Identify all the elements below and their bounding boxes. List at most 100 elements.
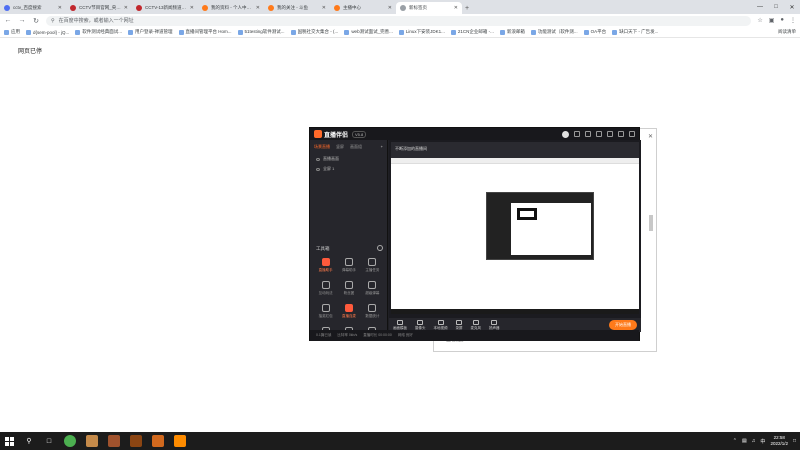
- app-icon[interactable]: [86, 435, 98, 447]
- status-item: 比特率 0kb/s: [337, 333, 358, 337]
- notification-icon[interactable]: □: [793, 438, 796, 444]
- live-app-icon[interactable]: [174, 435, 186, 447]
- bookmark-item[interactable]: d{sem-pool} - jQ...: [26, 29, 69, 35]
- tab-scene[interactable]: 场景直播: [314, 144, 330, 150]
- bookmark-icon: [26, 29, 31, 35]
- settings-icon[interactable]: [585, 131, 591, 137]
- browser-tab[interactable]: CCTV节目官网_央视网 ✕: [66, 2, 132, 14]
- stream-preview[interactable]: 不断添加的直播间: [389, 140, 641, 318]
- browser-tab[interactable]: 新标签页 ✕: [396, 2, 462, 14]
- eye-icon[interactable]: [316, 167, 320, 171]
- scrollbar[interactable]: [649, 215, 653, 231]
- back-icon[interactable]: ←: [4, 17, 12, 24]
- bookmark-item[interactable]: 用户登录-禅道管理: [128, 29, 173, 35]
- tab-label: 我的关注 - 斗鱼: [277, 5, 308, 10]
- bookmark-item[interactable]: OA平台: [583, 29, 606, 35]
- bookmark-label: 功能测试（软件测...: [537, 29, 578, 34]
- source-tool-icon: [456, 319, 462, 325]
- address-bar[interactable]: ⚲ 在百度中搜索，或者输入一个网址: [46, 15, 752, 26]
- bookmark-item[interactable]: 直播间管理平台 Hom...: [178, 29, 232, 35]
- tool-item[interactable]: 互动玩法: [314, 281, 337, 296]
- add-scene-icon[interactable]: +: [381, 144, 383, 150]
- source-toolbar-item[interactable]: 摄像头: [415, 319, 426, 331]
- minimize-icon[interactable]: —: [752, 0, 768, 14]
- tool-item[interactable]: 直播助手: [314, 258, 337, 273]
- tab-close-icon[interactable]: ✕: [190, 5, 194, 11]
- ime-icon[interactable]: 中: [760, 438, 765, 445]
- menu-icon[interactable]: ⋮: [790, 17, 796, 24]
- bookmark-item[interactable]: 缺口天下 - 广告发...: [612, 29, 658, 35]
- bookmark-item[interactable]: 新浪邮箱: [499, 29, 525, 35]
- maximize-icon[interactable]: □: [768, 0, 784, 14]
- extensions-icon[interactable]: ▣: [769, 17, 775, 24]
- chevron-up-icon[interactable]: ⌃: [733, 438, 737, 444]
- minimize-icon[interactable]: [607, 131, 613, 137]
- source-item[interactable]: 全屏 1: [310, 164, 387, 174]
- source-toolbar-item[interactable]: 扬声器: [489, 319, 500, 331]
- task-view-icon[interactable]: □: [44, 436, 54, 446]
- bookmark-item[interactable]: 国税社交大集合 - (...: [290, 29, 338, 35]
- network-icon[interactable]: ▤: [742, 438, 747, 444]
- tool-item[interactable]: 数据统计: [361, 304, 384, 319]
- bookmark-star-icon[interactable]: ☆: [757, 17, 762, 24]
- browser-tab[interactable]: cctv_百度搜索 ✕: [0, 2, 66, 14]
- eye-icon[interactable]: [316, 157, 320, 161]
- profile-icon[interactable]: ●: [780, 17, 784, 24]
- bookmark-item[interactable]: 51testing软件测试...: [237, 29, 285, 35]
- bookmark-item[interactable]: web测试面试_完善...: [344, 29, 393, 35]
- tab-close-icon[interactable]: ✕: [388, 5, 392, 11]
- tool-item[interactable]: 弹幕助手: [337, 258, 360, 273]
- clock[interactable]: 22:58 2022/1/2: [770, 435, 788, 447]
- tool-item[interactable]: 粉丝团: [337, 281, 360, 296]
- forward-icon[interactable]: →: [18, 17, 26, 24]
- app-logo: 直播伴侣: [314, 130, 348, 139]
- go-live-button[interactable]: 开始直播: [609, 320, 637, 330]
- browser-tab[interactable]: 我的关注 - 斗鱼 ✕: [264, 2, 330, 14]
- browser-tab[interactable]: 我的资料 - 个人中心 - 斗鱼✕: [198, 2, 264, 14]
- tab-close-icon[interactable]: ✕: [454, 5, 458, 11]
- bookmark-item[interactable]: 21CN企业邮箱 -...: [450, 29, 494, 35]
- gear-icon[interactable]: [377, 245, 383, 251]
- maximize-icon[interactable]: [618, 131, 624, 137]
- tool-icon: [368, 258, 377, 266]
- tab-close-icon[interactable]: ✕: [322, 5, 326, 11]
- tab-close-icon[interactable]: ✕: [256, 5, 260, 11]
- close-icon[interactable]: ✕: [648, 133, 653, 140]
- app-icon[interactable]: [130, 435, 142, 447]
- tool-item[interactable]: 超级弹幕: [361, 281, 384, 296]
- tool-item[interactable]: 直播连麦: [337, 304, 360, 319]
- help-icon[interactable]: [596, 131, 602, 137]
- source-toolbar-item[interactable]: 本地视频: [434, 319, 448, 331]
- chrome-icon[interactable]: [64, 435, 76, 447]
- browser-tab[interactable]: 主播中心 ✕: [330, 2, 396, 14]
- tab-close-icon[interactable]: ✕: [58, 5, 62, 11]
- tool-item[interactable]: 抽奖红包: [314, 304, 337, 319]
- message-icon[interactable]: [574, 131, 580, 137]
- volume-icon[interactable]: ♫: [752, 438, 756, 444]
- status-item: 0.1篇已读: [316, 333, 332, 337]
- bookmark-item[interactable]: 功能测试（软件测...: [530, 29, 578, 35]
- new-tab-button[interactable]: +: [462, 2, 472, 14]
- source-toolbar-item[interactable]: 麦克风: [471, 319, 481, 331]
- reload-icon[interactable]: ↻: [32, 17, 40, 25]
- tab-vertical[interactable]: 竖屏: [336, 144, 344, 150]
- avatar[interactable]: [562, 130, 569, 138]
- reading-list-button[interactable]: 阅读清单: [778, 29, 796, 35]
- app-icon[interactable]: [108, 435, 120, 447]
- close-icon[interactable]: [629, 131, 635, 137]
- search-icon[interactable]: ⚲: [24, 436, 34, 446]
- bookmark-item[interactable]: Linux下安装JDK1...: [398, 29, 445, 35]
- browser-tab[interactable]: CCTV-13新闻频道高清直播_CCTV...✕: [132, 2, 198, 14]
- app-icon[interactable]: [152, 435, 164, 447]
- tab-group[interactable]: 画面组: [350, 144, 362, 150]
- source-toolbar-item[interactable]: 画面模板: [393, 319, 407, 331]
- bookmark-item[interactable]: 软件测试经典面试...: [75, 29, 122, 35]
- windows-start-icon[interactable]: [4, 436, 14, 446]
- source-item[interactable]: 直播画面: [310, 154, 387, 164]
- bookmark-label: 21CN企业邮箱 -...: [457, 29, 494, 34]
- source-toolbar-item[interactable]: 录屏: [456, 319, 463, 331]
- tab-close-icon[interactable]: ✕: [124, 5, 128, 11]
- bookmark-item[interactable]: 应用: [4, 29, 20, 35]
- close-icon[interactable]: ✕: [784, 0, 800, 14]
- tool-item[interactable]: 主播任务: [361, 258, 384, 273]
